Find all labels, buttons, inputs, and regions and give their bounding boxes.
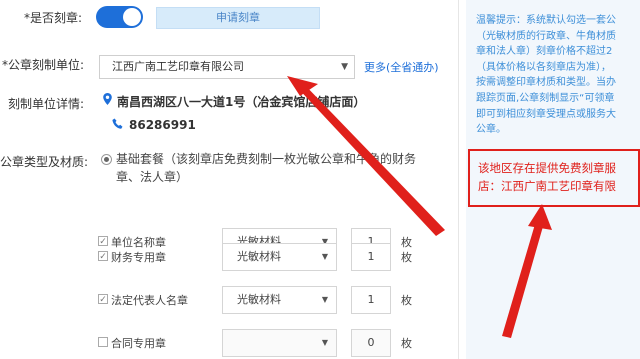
radio-icon[interactable]	[101, 154, 112, 165]
tip-text: 温馨提示：系统默认勾选一套公 （光敏材质的行政章、牛角材质 章和法人章）刻章价格…	[476, 15, 616, 136]
unit-address: 南昌西湖区八一大道1号（冶金宾馆店铺店面）	[117, 95, 366, 109]
seal-name: 合同专用章	[111, 337, 166, 350]
caret-down-icon: ▼	[321, 338, 328, 347]
phone-icon	[112, 118, 123, 129]
material-value: 光敏材料	[237, 250, 281, 263]
unit-label: *公章刻制单位:	[2, 58, 85, 72]
checkbox-icon[interactable]: ✓	[98, 294, 108, 305]
quantity-input[interactable]: 1	[351, 243, 391, 271]
more-link[interactable]: 更多(全省通办)	[364, 59, 439, 75]
map-pin-icon	[103, 93, 112, 105]
alert-text: 该地区存在提供免费刻章服 店：江西广南工艺印章有限	[478, 161, 616, 193]
stamp-toggle-label: *是否刻章:	[24, 11, 83, 25]
type-label: 公章类型及材质:	[0, 155, 89, 169]
apply-stamp-button[interactable]: 申请刻章	[156, 7, 320, 29]
caret-down-icon: ▼	[321, 252, 328, 261]
alert-box: 该地区存在提供免费刻章服 店：江西广南工艺印章有限	[468, 149, 640, 207]
checkbox-icon[interactable]	[98, 337, 108, 347]
material-value: 光敏材料	[237, 293, 281, 306]
unit-text: 枚	[401, 294, 412, 307]
seal-name: 财务专用章	[111, 251, 166, 264]
unit-select[interactable]: 江西广南工艺印章有限公司 ▼	[99, 55, 355, 79]
checkbox-icon[interactable]: ✓	[98, 251, 108, 262]
caret-down-icon: ▼	[321, 295, 328, 304]
material-select[interactable]: 光敏材料 ▼	[222, 286, 337, 314]
unit-detail-label: 刻制单位详情:	[8, 97, 85, 111]
unit-phone: 86286991	[129, 118, 196, 132]
unit-text: 枚	[401, 337, 412, 350]
seal-row: 合同专用章 ▼ 0 枚	[0, 329, 460, 359]
unit-select-value: 江西广南工艺印章有限公司	[112, 60, 244, 73]
unit-text: 枚	[401, 251, 412, 264]
seal-name: 法定代表人名章	[111, 294, 188, 307]
material-select[interactable]: 光敏材料 ▼	[222, 243, 337, 271]
panel-divider	[458, 0, 459, 359]
quantity-input[interactable]: 0	[351, 329, 391, 357]
seal-row: ✓ 财务专用章 光敏材料 ▼ 1 枚	[0, 243, 460, 273]
caret-down-icon: ▼	[341, 62, 348, 72]
seal-row: ✓ 法定代表人名章 光敏材料 ▼ 1 枚	[0, 286, 460, 316]
stamp-toggle[interactable]	[96, 6, 143, 28]
material-select[interactable]: ▼	[222, 329, 337, 357]
toggle-knob	[123, 8, 141, 26]
quantity-input[interactable]: 1	[351, 286, 391, 314]
package-option-text: 基础套餐（该刻章店免费刻制一枚光敏公章和牛角的财务章、法人章）	[116, 152, 417, 184]
